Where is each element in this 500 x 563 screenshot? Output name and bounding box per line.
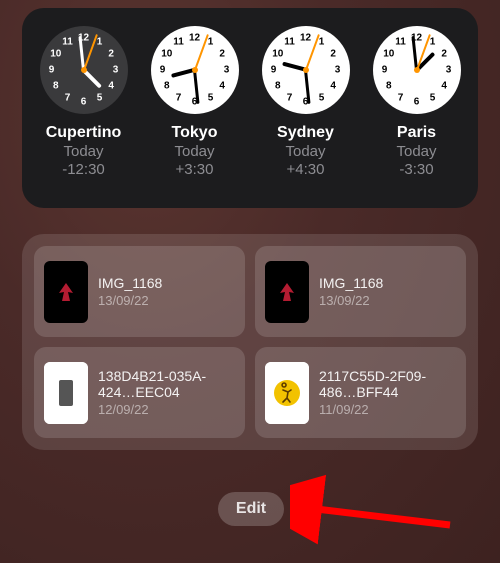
- world-clock-widget[interactable]: 123456789101112 Cupertino Today -12:30 1…: [22, 8, 478, 208]
- file-date-label: 13/09/22: [319, 293, 383, 308]
- file-date-label: 11/09/22: [319, 402, 456, 417]
- file-date-label: 12/09/22: [98, 402, 235, 417]
- file-name-label: IMG_1168: [98, 275, 162, 291]
- world-clock-item: 123456789101112 Cupertino Today -12:30: [28, 18, 139, 196]
- clock-city-label: Sydney: [277, 124, 334, 142]
- clock-offset-label: -12:30: [62, 161, 105, 178]
- clock-day-label: Today: [174, 143, 214, 160]
- clock-day-label: Today: [285, 143, 325, 160]
- edit-button[interactable]: Edit: [218, 492, 284, 526]
- file-tile[interactable]: 138D4B21-035A-424…EEC04 12/09/22: [34, 347, 245, 438]
- clock-offset-label: +4:30: [287, 161, 325, 178]
- world-clock-item: 123456789101112 Sydney Today +4:30: [250, 18, 361, 196]
- file-name-label: 2117C55D-2F09-486…BFF44: [319, 368, 456, 400]
- annotation-arrow-icon: [290, 470, 470, 550]
- files-widget[interactable]: IMG_1168 13/09/22 IMG_1168 13/09/22 138D…: [22, 234, 478, 450]
- clock-offset-label: +3:30: [176, 161, 214, 178]
- world-clock-item: 123456789101112 Tokyo Today +3:30: [139, 18, 250, 196]
- file-name-label: 138D4B21-035A-424…EEC04: [98, 368, 235, 400]
- clock-city-label: Paris: [397, 124, 436, 142]
- clock-offset-label: -3:30: [399, 161, 433, 178]
- file-name-label: IMG_1168: [319, 275, 383, 291]
- file-thumbnail: [44, 362, 88, 424]
- clock-day-label: Today: [396, 143, 436, 160]
- file-thumbnail: [265, 261, 309, 323]
- world-clock-item: 123456789101112 Paris Today -3:30: [361, 18, 472, 196]
- edit-button-label: Edit: [236, 500, 266, 518]
- file-tile[interactable]: IMG_1168 13/09/22: [255, 246, 466, 337]
- file-date-label: 13/09/22: [98, 293, 162, 308]
- clock-face: 123456789101112: [262, 26, 350, 114]
- clock-city-label: Cupertino: [46, 124, 122, 142]
- clock-face: 123456789101112: [151, 26, 239, 114]
- file-thumbnail: [265, 362, 309, 424]
- clock-day-label: Today: [63, 143, 103, 160]
- clock-face: 123456789101112: [373, 26, 461, 114]
- clock-face: 123456789101112: [40, 26, 128, 114]
- file-thumbnail: [44, 261, 88, 323]
- clock-city-label: Tokyo: [172, 124, 218, 142]
- file-tile[interactable]: 2117C55D-2F09-486…BFF44 11/09/22: [255, 347, 466, 438]
- file-tile[interactable]: IMG_1168 13/09/22: [34, 246, 245, 337]
